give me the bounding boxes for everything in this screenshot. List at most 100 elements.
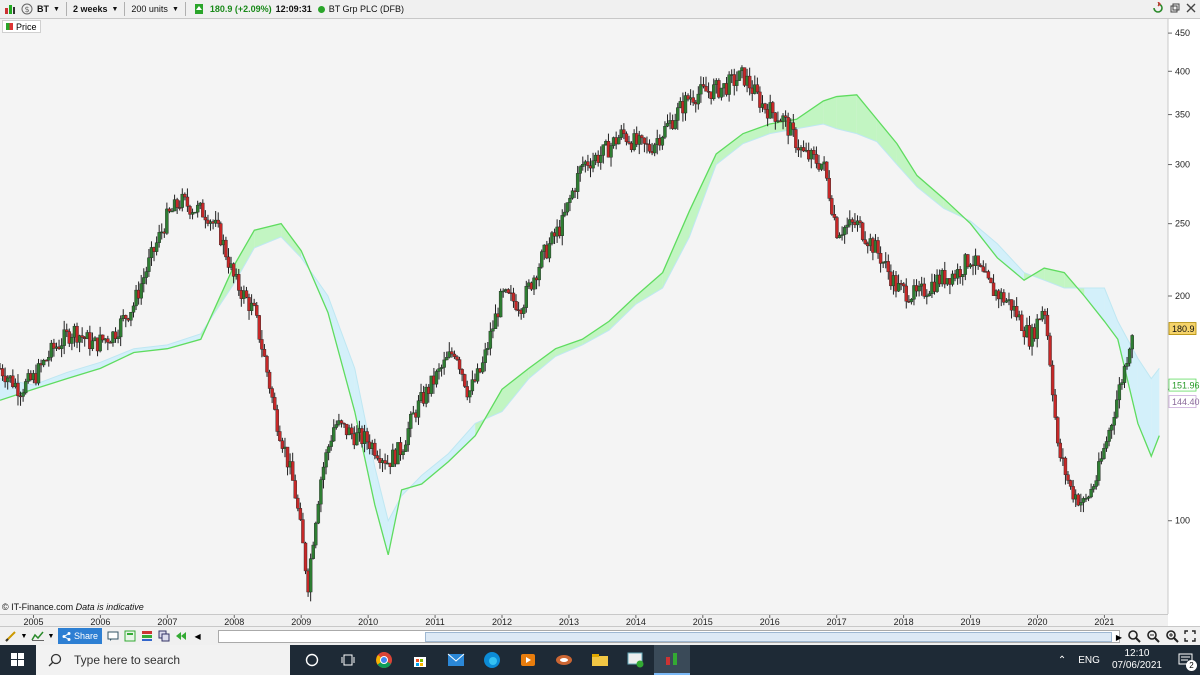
candle-up	[1109, 425, 1114, 431]
candle-up	[144, 271, 149, 278]
candle-up	[565, 202, 570, 213]
candle-down	[1020, 314, 1024, 331]
drawing-tools-icon[interactable]	[4, 630, 17, 643]
remote-app-icon[interactable]	[618, 645, 654, 675]
chrome-icon[interactable]	[366, 645, 402, 675]
chart-legend[interactable]: Price	[2, 20, 41, 33]
candle-up	[568, 197, 572, 203]
cloud-segment	[836, 94, 857, 134]
refresh-icon[interactable]	[1152, 1, 1164, 16]
zoom-reset-icon[interactable]	[1127, 629, 1141, 645]
windows-icon[interactable]	[157, 630, 170, 643]
candle-down	[237, 274, 241, 291]
candle-up	[23, 381, 28, 394]
chevron-up-icon[interactable]: ⌃	[1058, 655, 1066, 666]
candle-down	[185, 196, 190, 207]
store-icon[interactable]	[402, 645, 438, 675]
scroll-right-icon[interactable]: ▶	[1116, 633, 1122, 642]
restore-icon[interactable]	[1170, 3, 1180, 15]
candle-up	[1120, 382, 1124, 385]
candle-up	[70, 337, 74, 344]
candle-down	[1056, 417, 1060, 444]
candle-up	[1099, 458, 1104, 462]
candle-down	[293, 480, 297, 499]
candle-up	[334, 424, 339, 428]
units-dropdown[interactable]: 200 units ▼	[128, 4, 181, 14]
zoom-out-icon[interactable]	[1146, 629, 1160, 645]
toolbar-divider	[65, 2, 67, 16]
candle-up	[329, 440, 333, 447]
candle-down	[1068, 480, 1073, 487]
taskbar-search[interactable]: Type here to search	[36, 645, 290, 675]
candle-up	[1079, 502, 1083, 506]
candle-up	[316, 503, 321, 524]
calculator-icon[interactable]	[123, 630, 136, 643]
candle-down	[791, 122, 796, 130]
scroll-left-icon[interactable]: ◀	[191, 630, 204, 643]
chart-type-icon[interactable]	[3, 2, 17, 16]
candle-up	[1086, 496, 1091, 499]
media-player-icon[interactable]	[510, 645, 546, 675]
clock[interactable]: 12:10 07/06/2021	[1112, 648, 1162, 672]
candle-up	[355, 432, 359, 446]
cortana-icon[interactable]	[294, 645, 330, 675]
candle-down	[350, 427, 354, 435]
comment-icon[interactable]	[106, 630, 119, 643]
candle-up	[6, 377, 10, 383]
data-credit: © IT-Finance.com Data is indicative	[2, 602, 144, 612]
plot-background	[0, 19, 1168, 614]
candle-down	[814, 154, 819, 164]
candle-down	[462, 374, 467, 387]
notification-button[interactable]: 2	[1172, 645, 1200, 675]
symbol-dropdown[interactable]: BT ▼	[34, 4, 63, 14]
candle-down	[902, 283, 906, 287]
candle-up	[498, 291, 503, 318]
candle-up	[403, 444, 408, 452]
candle-down	[763, 103, 767, 110]
chevron-down-icon[interactable]: ▼	[21, 630, 28, 643]
candle-down	[622, 129, 626, 135]
instrument-name: BT Grp PLC (DFB)	[328, 4, 405, 14]
close-icon[interactable]	[1186, 3, 1196, 15]
candle-down	[794, 129, 798, 149]
candle-down	[830, 198, 834, 215]
candle-down	[989, 277, 993, 284]
legend-label: Price	[16, 21, 37, 32]
candle-up	[314, 522, 318, 546]
candle-up	[36, 363, 41, 384]
indicators-icon[interactable]	[31, 630, 44, 643]
price-chart[interactable]: 100 200 250 300 350 400 450 180.9 151.96 144.40	[0, 19, 1200, 614]
candle-down	[265, 356, 269, 373]
app-icon[interactable]	[546, 645, 582, 675]
chevron-down-icon[interactable]: ▼	[48, 630, 55, 643]
candle-up	[581, 164, 585, 167]
scrollbar-thumb[interactable]	[425, 632, 1112, 642]
currency-icon[interactable]: $	[20, 2, 34, 16]
trading-app-icon[interactable]	[654, 645, 690, 675]
language-indicator[interactable]: ENG	[1078, 655, 1100, 666]
candle-down	[267, 371, 272, 389]
zoom-in-icon[interactable]	[1165, 629, 1179, 645]
candle-down	[1043, 311, 1047, 316]
share-button[interactable]: Share	[58, 628, 103, 644]
file-explorer-icon[interactable]	[582, 645, 618, 675]
candle-up	[617, 137, 621, 145]
interval-dropdown[interactable]: 2 weeks ▼	[70, 4, 121, 14]
share-icon	[62, 631, 71, 641]
search-placeholder: Type here to search	[74, 653, 181, 667]
chart-area[interactable]: 100 200 250 300 350 400 450 180.9 151.96 144.40 …	[0, 19, 1200, 614]
fullscreen-icon[interactable]	[1184, 630, 1196, 644]
candle-up	[483, 349, 487, 363]
rewind-icon[interactable]	[174, 630, 187, 643]
candle-up	[409, 413, 413, 429]
mail-icon[interactable]	[438, 645, 474, 675]
horizontal-scrollbar[interactable]	[218, 630, 1120, 643]
task-view-icon[interactable]	[330, 645, 366, 675]
layout-icon[interactable]	[140, 630, 153, 643]
edge-icon[interactable]	[474, 645, 510, 675]
candle-up	[909, 299, 914, 303]
candle-up	[696, 93, 701, 105]
candle-up	[165, 208, 169, 234]
candle-down	[278, 431, 282, 441]
start-button[interactable]	[0, 645, 36, 675]
